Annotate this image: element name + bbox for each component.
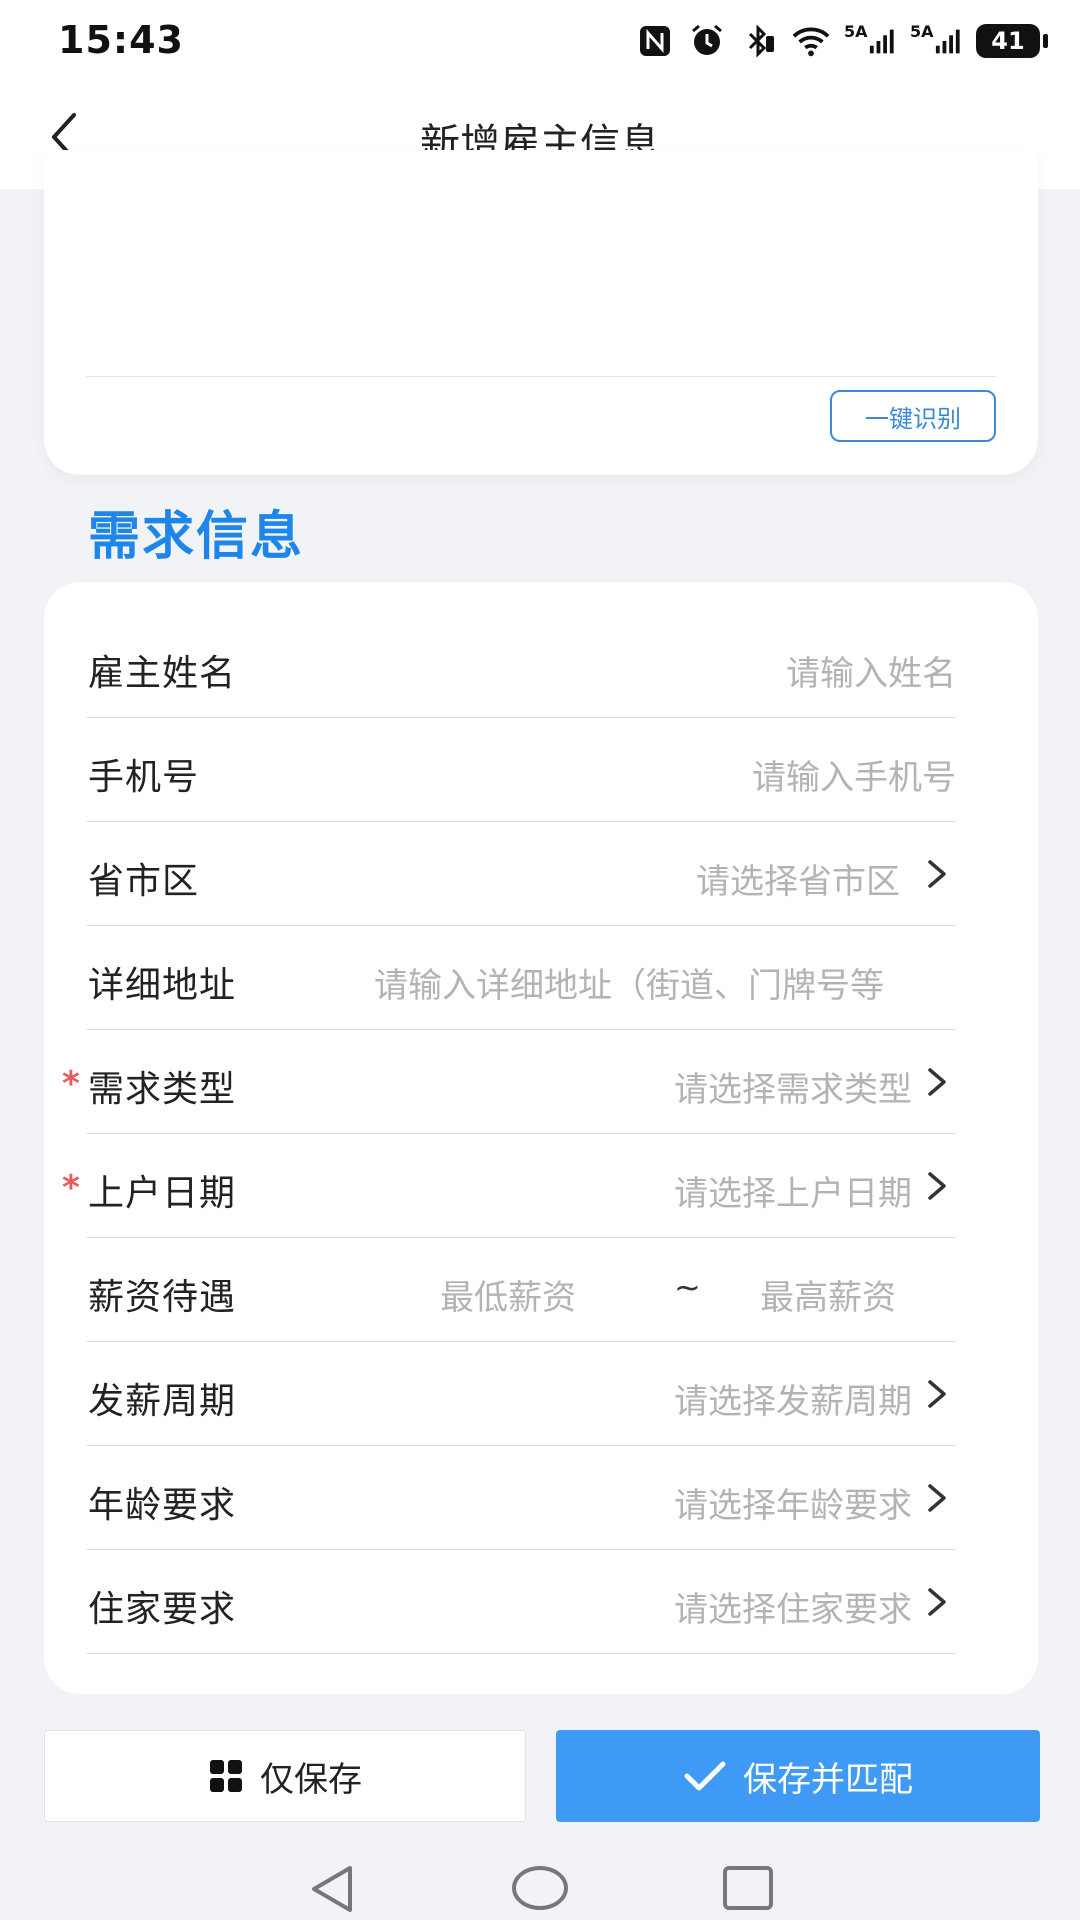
address-input[interactable]: 请输入详细地址（街道、门牌号等 [374, 958, 956, 1007]
status-icons: 5A 5A 41 [636, 22, 1048, 60]
check-icon [684, 1761, 726, 1791]
grid-icon [210, 1760, 242, 1792]
nav-home-icon[interactable] [512, 1866, 568, 1910]
chevron-right-icon [928, 1380, 946, 1408]
demand-type-select[interactable]: 请选择需求类型 [674, 1062, 912, 1111]
system-nav-bar [0, 1856, 1080, 1920]
save-only-button[interactable]: 仅保存 [44, 1730, 526, 1822]
battery-level: 41 [991, 27, 1025, 55]
phone-input[interactable]: 请输入手机号 [752, 750, 956, 799]
age-select[interactable]: 请选择年龄要求 [674, 1478, 912, 1527]
row-label: 年龄要求 [88, 1485, 237, 1526]
divider [86, 1653, 956, 1654]
live-in-select[interactable]: 请选择住家要求 [674, 1582, 912, 1631]
alarm-icon [688, 22, 726, 60]
nav-recent-icon[interactable] [723, 1866, 773, 1910]
chevron-right-icon [928, 1172, 946, 1200]
form-row-region[interactable]: 省市区 请选择省市区 [44, 822, 998, 926]
form-row-phone[interactable]: 手机号 请输入手机号 [44, 718, 998, 822]
divider [86, 376, 996, 377]
save-and-match-button[interactable]: 保存并匹配 [556, 1730, 1040, 1822]
start-date-select[interactable]: 请选择上户日期 [674, 1166, 912, 1215]
section-title: 需求信息 [88, 507, 305, 567]
form-row-age[interactable]: 年龄要求 请选择年龄要求 [44, 1446, 998, 1550]
signal-icon-2: 5A [910, 22, 962, 60]
pay-cycle-select[interactable]: 请选择发薪周期 [674, 1374, 912, 1423]
battery-icon: 41 [976, 24, 1048, 58]
form-row-pay-cycle[interactable]: 发薪周期 请选择发薪周期 [44, 1342, 998, 1446]
form-row-demand-type[interactable]: * 需求类型 请选择需求类型 [44, 1030, 998, 1134]
required-mark: * [62, 1064, 80, 1104]
employer-name-input[interactable]: 请输入姓名 [786, 646, 956, 695]
form-row-employer-name[interactable]: 雇主姓名 请输入姓名 [44, 614, 998, 718]
form-row-live-in[interactable]: 住家要求 请选择住家要求 [44, 1550, 998, 1654]
save-and-match-label: 保存并匹配 [743, 1759, 913, 1800]
paste-textarea[interactable] [86, 150, 996, 372]
network-type-2: 5A [910, 21, 934, 41]
required-mark: * [62, 1168, 80, 1208]
chevron-right-icon [928, 1588, 946, 1616]
max-salary-input[interactable]: 最高薪资 [760, 1270, 896, 1319]
salary-separator: ~ [674, 1268, 701, 1306]
bluetooth-icon [740, 22, 778, 60]
row-label: 薪资待遇 [88, 1277, 237, 1318]
chevron-right-icon [928, 1068, 946, 1096]
min-salary-input[interactable]: 最低薪资 [440, 1270, 576, 1319]
nav-back-icon[interactable] [306, 1862, 358, 1916]
row-label: 省市区 [88, 861, 200, 902]
wifi-icon [792, 22, 830, 60]
row-label: 上户日期 [88, 1173, 237, 1214]
form-row-start-date[interactable]: * 上户日期 请选择上户日期 [44, 1134, 998, 1238]
network-type-1: 5A [844, 21, 868, 41]
form-row-address[interactable]: 详细地址 请输入详细地址（街道、门牌号等 [44, 926, 998, 1030]
status-time: 15:43 [58, 18, 184, 62]
row-label: 发薪周期 [88, 1381, 237, 1422]
one-click-recognize-button[interactable]: 一键识别 [830, 390, 996, 442]
row-label: 雇主姓名 [88, 653, 237, 694]
row-label: 需求类型 [88, 1069, 237, 1110]
signal-icon-1: 5A [844, 22, 896, 60]
row-label: 详细地址 [88, 965, 237, 1006]
paste-card: 一键识别 [44, 150, 1038, 475]
region-select[interactable]: 请选择省市区 [696, 854, 900, 903]
form-row-salary: 薪资待遇 最低薪资 ~ 最高薪资 [44, 1238, 998, 1342]
nfc-icon [636, 22, 674, 60]
chevron-right-icon [928, 860, 946, 888]
status-bar: 15:43 5A 5A 41 [0, 0, 1080, 85]
row-label: 手机号 [88, 757, 200, 798]
save-only-label: 仅保存 [260, 1759, 362, 1800]
chevron-right-icon [928, 1484, 946, 1512]
row-label: 住家要求 [88, 1589, 237, 1630]
